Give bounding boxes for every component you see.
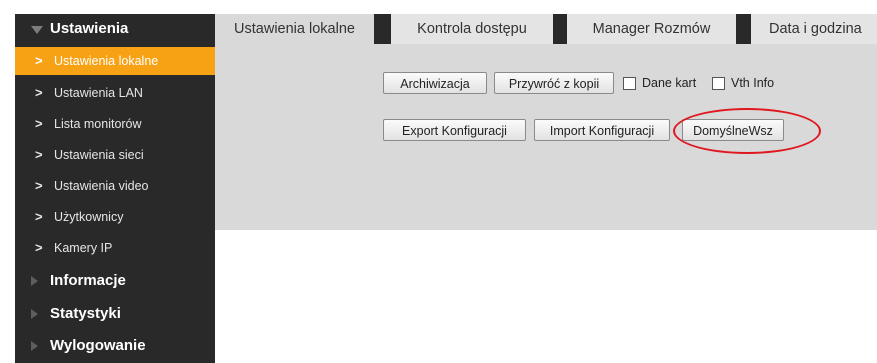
chevron-right-icon: > (35, 116, 43, 131)
chevron-right-icon: > (35, 178, 43, 193)
tab-date-time[interactable]: Data i godzina (751, 14, 877, 44)
tab-local-settings[interactable]: Ustawienia lokalne (215, 14, 374, 44)
sidebar-item-local-settings[interactable]: > Ustawienia lokalne (15, 47, 215, 75)
chevron-right-icon: > (35, 147, 43, 162)
sidebar-section-settings[interactable]: Ustawienia (15, 14, 215, 44)
collapsed-triangle-icon (31, 309, 38, 319)
card-data-label: Dane kart (642, 76, 697, 90)
sidebar-item-lan-settings[interactable]: > Ustawienia LAN (15, 79, 215, 107)
sidebar-section-label: Wylogowanie (50, 337, 146, 354)
sidebar-item-monitor-list[interactable]: > Lista monitorów (15, 110, 215, 138)
collapsed-triangle-icon (31, 341, 38, 351)
vth-info-checkbox[interactable] (712, 77, 725, 90)
sidebar-item-label: Kamery IP (54, 241, 113, 255)
chevron-right-icon: > (35, 209, 43, 224)
import-config-button[interactable]: Import Konfiguracji (534, 119, 670, 141)
sidebar-section-logout[interactable]: Wylogowanie (15, 331, 215, 361)
vth-info-label: Vth Info (731, 76, 775, 90)
chevron-right-icon: > (35, 53, 43, 68)
sidebar-item-label: Użytkownicy (54, 210, 124, 224)
chevron-right-icon: > (35, 240, 43, 255)
sidebar-item-video-settings[interactable]: > Ustawienia video (15, 172, 215, 200)
backup-button[interactable]: Archiwizacja (383, 72, 487, 94)
restore-defaults-button[interactable]: DomyślneWsz (682, 119, 784, 141)
sidebar-item-label: Ustawienia lokalne (54, 54, 159, 68)
sidebar-section-label: Informacje (50, 272, 126, 289)
expanded-triangle-icon (31, 26, 43, 34)
sidebar-section-information[interactable]: Informacje (15, 266, 215, 296)
app-window: Ustawienia > Ustawienia lokalne > Ustawi… (0, 0, 877, 363)
sidebar-item-label: Ustawienia LAN (54, 86, 143, 100)
tab-bar: Ustawienia lokalne Kontrola dostępu Mana… (215, 14, 877, 44)
tab-access-control[interactable]: Kontrola dostępu (391, 14, 553, 44)
sidebar: Ustawienia > Ustawienia lokalne > Ustawi… (15, 14, 215, 363)
sidebar-section-label: Statystyki (50, 305, 121, 322)
sidebar-item-label: Ustawienia video (54, 179, 149, 193)
content-panel: Ustawienia lokalne Kontrola dostępu Mana… (215, 14, 877, 230)
sidebar-item-users[interactable]: > Użytkownicy (15, 203, 215, 231)
chevron-right-icon: > (35, 85, 43, 100)
sidebar-section-label: Ustawienia (50, 20, 129, 37)
sidebar-section-statistics[interactable]: Statystyki (15, 299, 215, 329)
sidebar-item-label: Ustawienia sieci (54, 148, 144, 162)
sidebar-item-label: Lista monitorów (54, 117, 142, 131)
sidebar-item-ip-cameras[interactable]: > Kamery IP (15, 234, 215, 262)
sidebar-item-network-settings[interactable]: > Ustawienia sieci (15, 141, 215, 169)
restore-backup-button[interactable]: Przywróć z kopii (494, 72, 614, 94)
tab-call-manager[interactable]: Manager Rozmów (567, 14, 736, 44)
export-config-button[interactable]: Export Konfiguracji (383, 119, 526, 141)
card-data-checkbox[interactable] (623, 77, 636, 90)
collapsed-triangle-icon (31, 276, 38, 286)
